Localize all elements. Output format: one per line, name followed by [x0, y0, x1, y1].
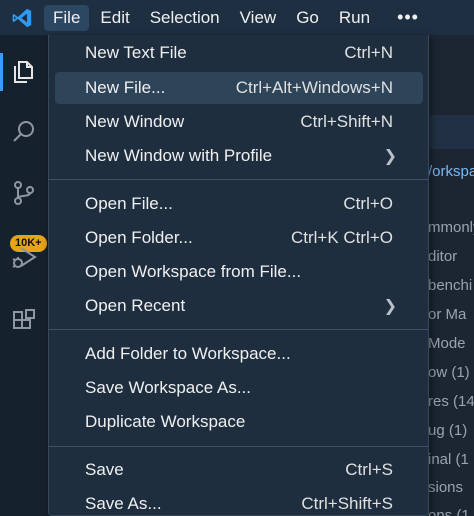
background-text: ons (1	[428, 507, 470, 516]
activity-bar: 10K+	[0, 35, 48, 516]
menu-item-label: Add Folder to Workspace...	[85, 344, 291, 363]
menu-item-shortcut: Ctrl+S	[345, 460, 393, 479]
menu-item-label: Save As...	[85, 494, 162, 513]
menu-item-label: New Window with Profile	[85, 146, 273, 165]
explorer-icon[interactable]	[0, 47, 48, 95]
background-text: sions	[428, 479, 464, 496]
background-text: ditor	[428, 248, 458, 265]
menu-item-open-folder[interactable]: Open Folder... Ctrl+K Ctrl+O	[55, 222, 423, 254]
menu-view[interactable]: View	[231, 5, 286, 31]
background-text: mmonly	[428, 219, 474, 236]
menu-item-label: Save Workspace As...	[85, 378, 251, 397]
menu-item-shortcut: Ctrl+Shift+N	[300, 112, 393, 131]
menu-separator	[49, 329, 428, 330]
background-text: or Ma	[428, 306, 467, 323]
menu-item-add-folder-to-workspace[interactable]: Add Folder to Workspace...	[55, 338, 423, 370]
menu-item-new-window[interactable]: New Window Ctrl+Shift+N	[55, 106, 423, 138]
menu-item-shortcut: Ctrl+K Ctrl+O	[290, 228, 393, 247]
menu-item-save-as[interactable]: Save As... Ctrl+Shift+S	[55, 488, 423, 515]
background-text: ug (1)	[428, 422, 468, 439]
menu-item-save-workspace-as[interactable]: Save Workspace As...	[55, 372, 423, 404]
menu-item-open-recent[interactable]: Open Recent ❯	[55, 290, 423, 322]
menu-item-new-text-file[interactable]: New Text File Ctrl+N	[55, 37, 423, 69]
menu-item-save[interactable]: Save Ctrl+S	[55, 454, 423, 486]
search-icon[interactable]	[0, 108, 48, 156]
source-control-icon[interactable]	[0, 169, 48, 217]
menu-item-label: Open File...	[85, 194, 173, 213]
title-bar: File Edit Selection View Go Run •••	[0, 0, 474, 35]
menu-item-shortcut: Ctrl+Alt+Windows+N	[235, 78, 393, 97]
menu-item-duplicate-workspace[interactable]: Duplicate Workspace	[55, 406, 423, 438]
chevron-right-icon: ❯	[383, 298, 397, 315]
extensions-icon[interactable]	[0, 297, 48, 345]
background-text: benchi	[428, 277, 473, 294]
menu-item-new-window-with-profile[interactable]: New Window with Profile ❯	[55, 140, 423, 172]
menu-item-open-workspace-from-file[interactable]: Open Workspace from File...	[55, 256, 423, 288]
menu-go[interactable]: Go	[287, 5, 328, 31]
menu-item-new-file[interactable]: New File... Ctrl+Alt+Windows+N	[55, 72, 423, 104]
menu-item-label: Open Workspace from File...	[85, 262, 302, 281]
menu-item-label: Open Recent	[85, 296, 186, 315]
menu-item-shortcut: Ctrl+O	[343, 194, 393, 213]
menu-item-label: Duplicate Workspace	[85, 412, 246, 431]
menu-item-label: Save	[85, 460, 124, 479]
background-text: Mode	[428, 335, 466, 352]
menu-edit[interactable]: Edit	[91, 5, 138, 31]
menu-separator	[49, 446, 428, 447]
menu-item-label: New File...	[85, 78, 166, 97]
menu-run[interactable]: Run	[330, 5, 379, 31]
menu-item-shortcut: Ctrl+N	[344, 43, 393, 62]
menu-selection[interactable]: Selection	[141, 5, 229, 31]
background-text: /orkspa	[428, 163, 474, 180]
vscode-logo-icon	[0, 0, 44, 35]
menu-item-label: New Window	[85, 112, 185, 131]
background-tab	[428, 115, 474, 149]
background-text: res (14	[428, 393, 474, 410]
menu-more-button[interactable]: •••	[385, 5, 431, 31]
file-menu-dropdown: New Text File Ctrl+N New File... Ctrl+Al…	[48, 35, 429, 516]
run-debug-icon[interactable]	[0, 233, 48, 281]
menu-item-label: Open Folder...	[85, 228, 193, 247]
menu-item-shortcut: Ctrl+Shift+S	[301, 494, 393, 513]
menu-file[interactable]: File	[44, 4, 90, 31]
background-text: inal (1	[428, 451, 469, 468]
chevron-right-icon: ❯	[383, 148, 397, 165]
menu-item-label: New Text File	[85, 43, 187, 62]
background-text: ow (1)	[428, 364, 470, 381]
menu-separator	[49, 179, 428, 180]
menu-item-open-file[interactable]: Open File... Ctrl+O	[55, 188, 423, 220]
